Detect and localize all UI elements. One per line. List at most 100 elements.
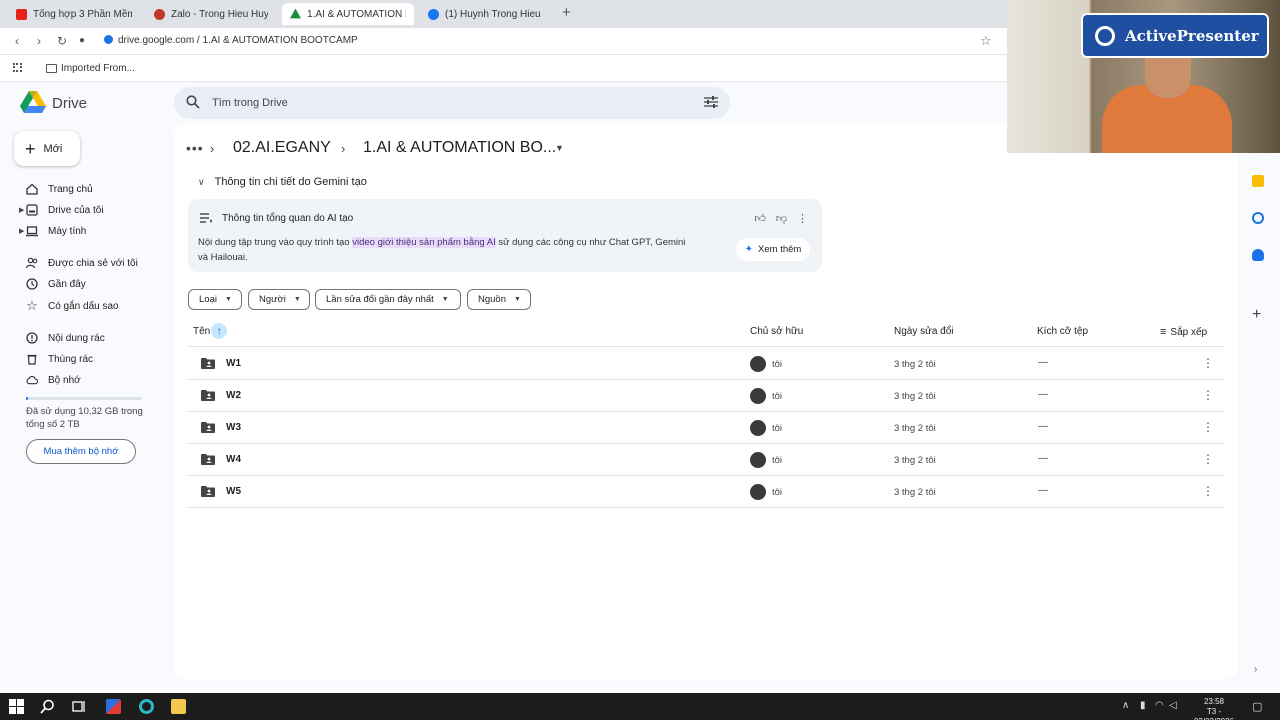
breadcrumb-current[interactable]: 1.AI & AUTOMATION BO... (363, 139, 556, 157)
sidebar-item-my-drive[interactable]: Drive của tôi (26, 201, 104, 219)
breadcrumb-parent[interactable]: 02.AI.EGANY (233, 139, 331, 157)
search-icon[interactable] (186, 95, 200, 109)
table-row[interactable]: W3 tôi 3 thg 2 tôi — ⋮ (188, 412, 1225, 444)
sidebar-item-storage[interactable]: Bộ nhớ (26, 371, 81, 389)
file-explorer-icon[interactable] (171, 699, 186, 714)
storage-usage-bar (26, 397, 142, 400)
sort-arrow-up-icon[interactable]: ↑ (211, 323, 227, 339)
new-button[interactable]: + Mới (14, 131, 80, 166)
file-name[interactable]: W2 (226, 390, 241, 401)
microphone-icon[interactable]: ● (79, 35, 85, 46)
sidebar-item-computers[interactable]: Máy tính (26, 222, 86, 240)
see-more-button[interactable]: ✦ Xem thêm (736, 238, 810, 261)
gemini-section-toggle[interactable]: ∨ Thông tin chi tiết do Gemini tạo (198, 176, 367, 188)
table-row[interactable]: W1 tôi 3 thg 2 tôi — ⋮ (188, 348, 1225, 380)
sidebar-item-label: Máy tính (48, 225, 87, 237)
file-name[interactable]: W4 (226, 454, 241, 465)
more-actions-icon[interactable]: ⋮ (1202, 484, 1214, 498)
drive-logo-icon[interactable] (20, 91, 46, 113)
filter-people[interactable]: Người ▼ (248, 289, 310, 310)
thumbs-up-icon[interactable]: 👍︎ (754, 212, 766, 225)
tray-chevron-icon[interactable]: ∧ (1122, 700, 1129, 711)
thumbs-down-icon[interactable]: 👎︎ (776, 212, 787, 225)
browser-tab[interactable]: (1) Huynh Trong Hieu | Fac (420, 3, 552, 25)
activepresenter-taskbar-icon[interactable] (139, 699, 154, 714)
notification-icon[interactable]: ▢ (1252, 700, 1262, 713)
back-icon[interactable]: ‹ (15, 34, 19, 48)
windows-start-icon[interactable] (9, 699, 24, 714)
browser-tab-active[interactable]: 1.AI & AUTOMATION BOOT (282, 3, 414, 25)
more-actions-icon[interactable]: ⋮ (1202, 356, 1214, 370)
more-actions-icon[interactable]: ⋮ (1202, 420, 1214, 434)
avatar (750, 484, 766, 500)
avatar (750, 388, 766, 404)
browser-tab[interactable]: Tổng hợp 3 Phần Mềm Qu (8, 3, 140, 25)
column-header-size[interactable]: Kích cỡ tệp (1037, 326, 1088, 337)
cloud-icon (26, 374, 38, 386)
url-field[interactable]: drive.google.com / 1.AI & AUTOMATION BOO… (104, 35, 358, 46)
search-options-icon[interactable] (704, 96, 718, 108)
file-name[interactable]: W3 (226, 422, 241, 433)
column-header-owner[interactable]: Chủ sở hữu (750, 326, 803, 337)
file-name[interactable]: W5 (226, 486, 241, 497)
filter-label: Nguồn (478, 294, 506, 305)
drive-favicon-icon (290, 8, 301, 19)
filter-type[interactable]: Loại ▼ (188, 289, 242, 310)
app-icon[interactable] (106, 699, 121, 714)
column-header-modified[interactable]: Ngày sửa đổi (894, 326, 954, 337)
site-info-icon[interactable] (104, 35, 113, 44)
search-icon[interactable] (40, 699, 55, 714)
shared-folder-icon (201, 486, 215, 497)
sidebar-item-trash[interactable]: Thùng rác (26, 350, 93, 368)
forward-icon[interactable]: › (37, 34, 41, 48)
sidebar-item-recent[interactable]: Gần đây (26, 275, 86, 293)
keep-icon[interactable] (1252, 175, 1264, 187)
breadcrumb-more-button[interactable]: ••• (186, 140, 204, 156)
microphone-icon[interactable]: ▮ (1140, 700, 1146, 711)
sort-options-button[interactable]: ≡ Sắp xếp (1160, 326, 1207, 338)
file-modified: 3 thg 2 tôi (894, 423, 936, 434)
contacts-icon[interactable] (1252, 249, 1264, 261)
system-clock[interactable]: 23:58 T3 - 03/03/2026 (1186, 697, 1242, 720)
new-tab-button[interactable]: + (562, 5, 571, 21)
task-view-icon[interactable] (72, 699, 87, 714)
tasks-icon[interactable] (1252, 212, 1264, 224)
buy-storage-button[interactable]: Mua thêm bộ nhớ (26, 439, 136, 464)
more-vert-icon[interactable]: ⋮ (797, 212, 808, 225)
sidebar-item-home[interactable]: Trang chủ (26, 180, 93, 198)
reload-icon[interactable]: ↻ (57, 34, 67, 48)
apps-grid-icon[interactable] (13, 63, 22, 72)
search-bar[interactable]: Tìm trong Drive (174, 87, 730, 119)
home-icon (26, 183, 38, 195)
file-size: — (1038, 357, 1048, 368)
dropdown-caret-icon: ▼ (514, 296, 521, 303)
filter-modified[interactable]: Lần sửa đổi gần đây nhất ▼ (315, 289, 461, 310)
table-row[interactable]: W5 tôi 3 thg 2 tôi — ⋮ (188, 476, 1225, 508)
more-actions-icon[interactable]: ⋮ (1202, 452, 1214, 466)
sidebar-item-label: Gần đây (48, 278, 86, 290)
folder-menu-caret-icon[interactable]: ▼ (555, 143, 564, 153)
file-modified: 3 thg 2 tôi (894, 359, 936, 370)
sidebar-item-spam[interactable]: Nội dung rác (26, 329, 105, 347)
file-name[interactable]: W1 (226, 358, 241, 369)
sidebar-item-starred[interactable]: ☆ Có gắn dấu sao (26, 297, 118, 315)
search-input[interactable]: Tìm trong Drive (212, 97, 288, 109)
table-row[interactable]: W2 tôi 3 thg 2 tôi — ⋮ (188, 380, 1225, 412)
more-actions-icon[interactable]: ⋮ (1202, 388, 1214, 402)
table-row[interactable]: W4 tôi 3 thg 2 tôi — ⋮ (188, 444, 1225, 476)
sidebar-item-shared-with-me[interactable]: Được chia sẻ với tôi (26, 254, 138, 272)
volume-icon[interactable]: ◁ (1169, 700, 1177, 711)
expand-arrow-icon[interactable]: ▶ (19, 206, 24, 214)
filter-label: Lần sửa đổi gần đây nhất (326, 294, 434, 305)
add-addon-icon[interactable]: + (1252, 306, 1261, 324)
filter-source[interactable]: Nguồn ▼ (467, 289, 531, 310)
expand-arrow-icon[interactable]: ▶ (19, 227, 24, 235)
hide-panel-chevron-icon[interactable]: › (1254, 664, 1257, 675)
bookmark-folder[interactable]: Imported From... (61, 63, 135, 74)
browser-tab[interactable]: Zalo - Trong Hieu Huynh (146, 3, 276, 25)
bookmark-star-icon[interactable]: ☆ (980, 33, 992, 49)
file-owner: tôi (772, 423, 783, 434)
wifi-icon[interactable]: ◠ (1155, 700, 1164, 711)
drive-logo-text[interactable]: Drive (52, 95, 87, 112)
column-header-name[interactable]: Tên (193, 326, 210, 337)
